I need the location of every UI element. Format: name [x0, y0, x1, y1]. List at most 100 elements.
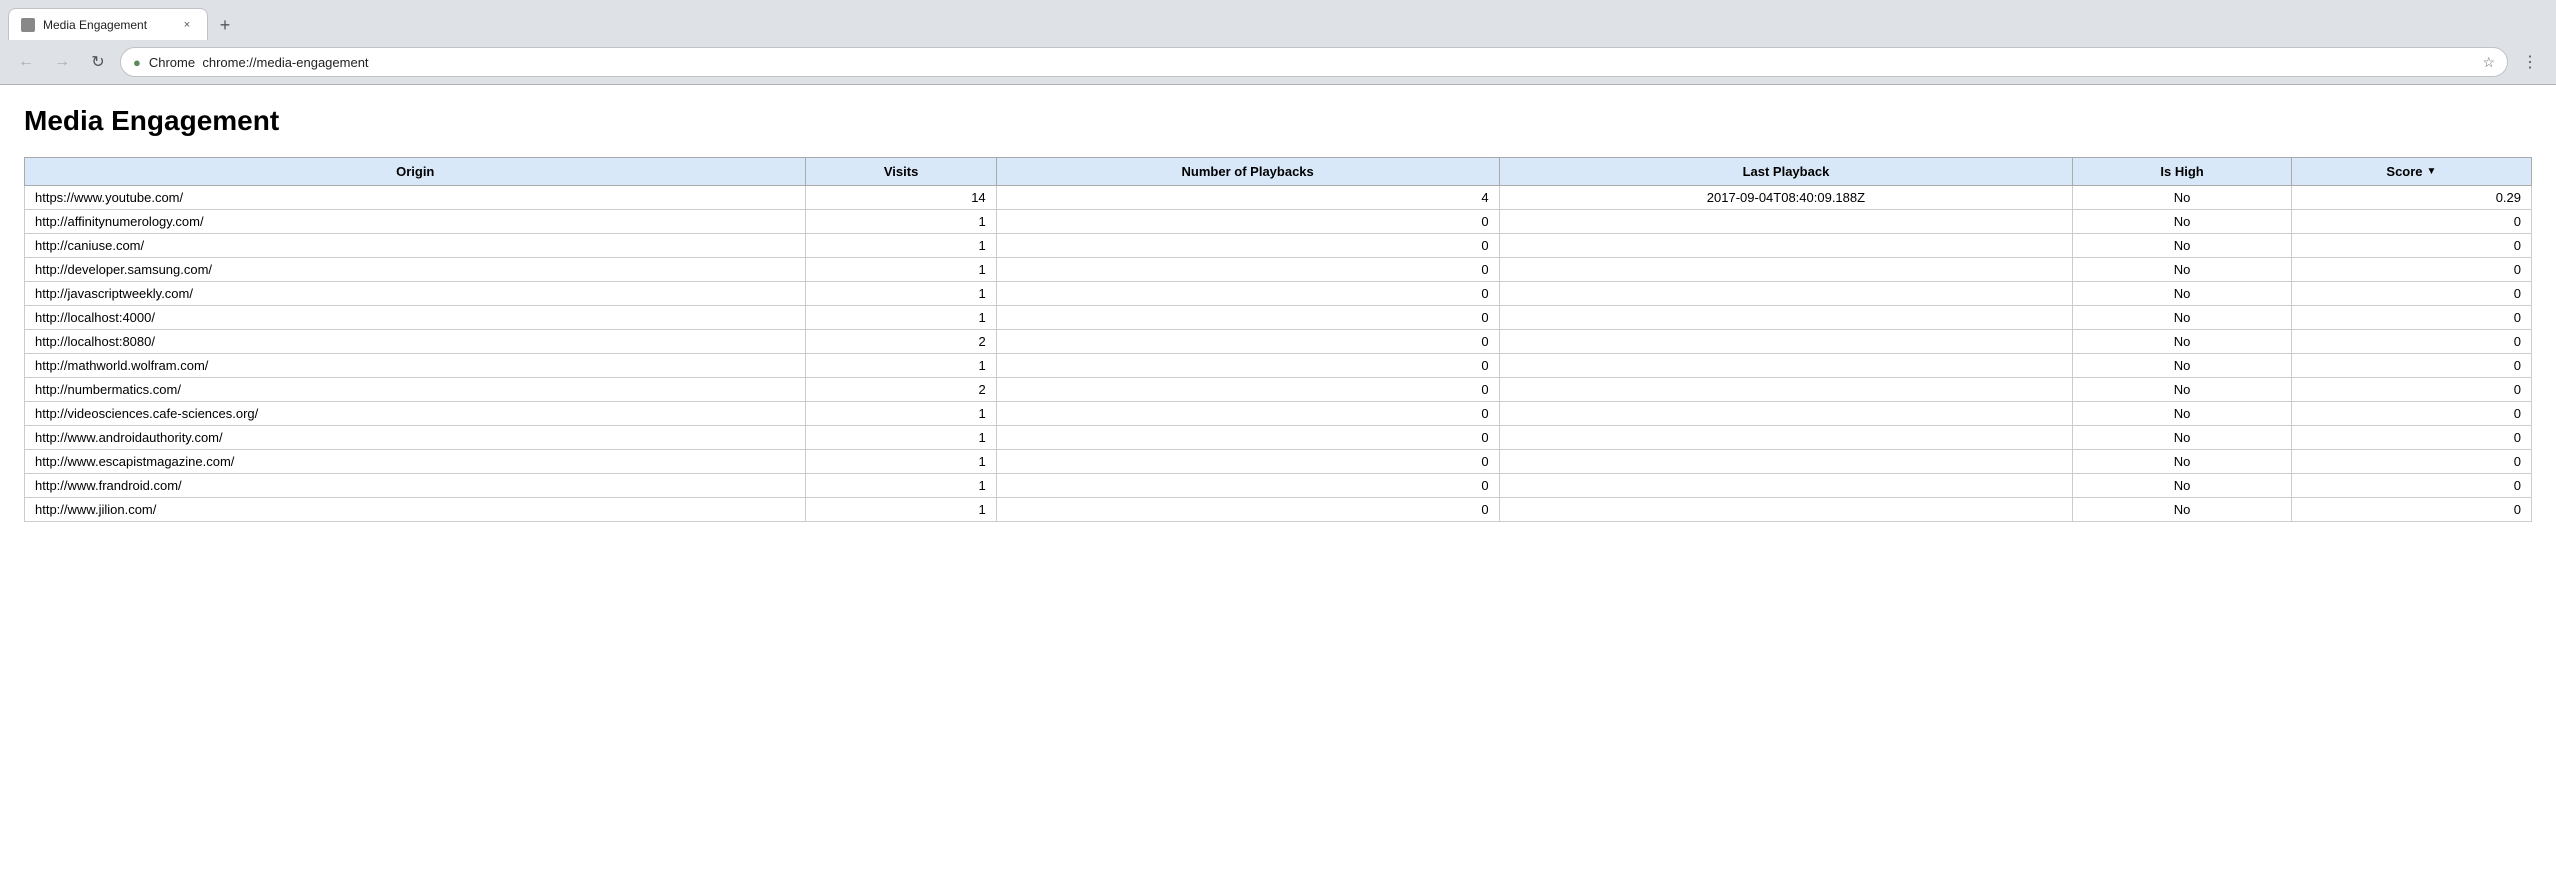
table-row: http://www.jilion.com/10No0	[25, 498, 2532, 522]
table-cell: No	[2073, 498, 2292, 522]
page-content: Media Engagement Origin Visits Number of…	[0, 85, 2556, 895]
table-cell: 0	[2291, 258, 2531, 282]
sort-indicator: ▼	[2427, 166, 2437, 177]
table-cell: No	[2073, 210, 2292, 234]
menu-button[interactable]: ⋮	[2516, 48, 2544, 76]
table-cell: 1	[806, 450, 996, 474]
table-cell: 1	[806, 354, 996, 378]
table-cell: 4	[996, 186, 1499, 210]
table-cell: No	[2073, 426, 2292, 450]
table-cell: 1	[806, 474, 996, 498]
table-cell	[1499, 450, 2073, 474]
table-cell: 0	[996, 258, 1499, 282]
table-cell: 0	[996, 450, 1499, 474]
omnibox[interactable]: ● Chrome chrome://media-engagement ☆	[120, 47, 2508, 77]
table-cell: http://numbermatics.com/	[25, 378, 806, 402]
toolbar: ← → ↻ ● Chrome chrome://media-engagement…	[0, 40, 2556, 84]
table-cell: 0.29	[2291, 186, 2531, 210]
tab-bar: Media Engagement × +	[0, 0, 2556, 40]
table-cell: 0	[2291, 498, 2531, 522]
table-row: http://localhost:4000/10No0	[25, 306, 2532, 330]
table-cell: 0	[2291, 306, 2531, 330]
table-cell	[1499, 306, 2073, 330]
table-row: http://developer.samsung.com/10No0	[25, 258, 2532, 282]
table-cell: 0	[996, 426, 1499, 450]
table-cell: 0	[996, 402, 1499, 426]
table-cell: 0	[996, 474, 1499, 498]
table-cell: https://www.youtube.com/	[25, 186, 806, 210]
bookmark-icon[interactable]: ☆	[2482, 54, 2495, 71]
table-cell: No	[2073, 354, 2292, 378]
table-cell: 0	[2291, 210, 2531, 234]
table-cell: 1	[806, 234, 996, 258]
table-cell: 0	[2291, 330, 2531, 354]
table-row: http://videosciences.cafe-sciences.org/1…	[25, 402, 2532, 426]
table-cell: 1	[806, 498, 996, 522]
tab-close-button[interactable]: ×	[179, 17, 195, 33]
table-cell: 2	[806, 330, 996, 354]
table-cell: 0	[2291, 474, 2531, 498]
table-cell: 0	[996, 498, 1499, 522]
header-last-playback[interactable]: Last Playback	[1499, 158, 2073, 186]
table-cell: 2017-09-04T08:40:09.188Z	[1499, 186, 2073, 210]
table-cell: 0	[996, 210, 1499, 234]
back-button[interactable]: ←	[12, 48, 40, 76]
header-visits[interactable]: Visits	[806, 158, 996, 186]
table-cell	[1499, 234, 2073, 258]
table-cell: 1	[806, 282, 996, 306]
new-tab-button[interactable]: +	[212, 12, 238, 38]
table-cell: 0	[996, 234, 1499, 258]
table-cell: 0	[2291, 282, 2531, 306]
table-row: http://numbermatics.com/20No0	[25, 378, 2532, 402]
table-cell: http://videosciences.cafe-sciences.org/	[25, 402, 806, 426]
header-is-high[interactable]: Is High	[2073, 158, 2292, 186]
table-cell	[1499, 378, 2073, 402]
table-row: http://mathworld.wolfram.com/10No0	[25, 354, 2532, 378]
reload-button[interactable]: ↻	[84, 48, 112, 76]
omnibox-url: Chrome chrome://media-engagement	[149, 55, 2475, 70]
header-playbacks[interactable]: Number of Playbacks	[996, 158, 1499, 186]
table-body: https://www.youtube.com/1442017-09-04T08…	[25, 186, 2532, 522]
table-cell	[1499, 330, 2073, 354]
table-cell: 1	[806, 306, 996, 330]
table-cell	[1499, 498, 2073, 522]
table-cell: http://affinitynumerology.com/	[25, 210, 806, 234]
table-row: http://localhost:8080/20No0	[25, 330, 2532, 354]
forward-button[interactable]: →	[48, 48, 76, 76]
table-cell: 14	[806, 186, 996, 210]
table-cell	[1499, 258, 2073, 282]
table-cell: 1	[806, 426, 996, 450]
url-path: chrome://media-engagement	[202, 55, 368, 70]
table-cell: http://developer.samsung.com/	[25, 258, 806, 282]
table-wrapper: Origin Visits Number of Playbacks Last P…	[24, 157, 2532, 522]
table-cell: http://caniuse.com/	[25, 234, 806, 258]
header-score[interactable]: Score ▼	[2291, 158, 2531, 186]
table-row: http://javascriptweekly.com/10No0	[25, 282, 2532, 306]
table-cell	[1499, 402, 2073, 426]
table-cell: No	[2073, 330, 2292, 354]
table-cell: http://www.jilion.com/	[25, 498, 806, 522]
table-cell: 1	[806, 210, 996, 234]
browser-label: Chrome	[149, 55, 195, 70]
media-engagement-table: Origin Visits Number of Playbacks Last P…	[24, 157, 2532, 522]
table-cell	[1499, 426, 2073, 450]
table-cell: 0	[2291, 402, 2531, 426]
table-row: http://affinitynumerology.com/10No0	[25, 210, 2532, 234]
table-cell: 0	[2291, 354, 2531, 378]
table-cell: http://javascriptweekly.com/	[25, 282, 806, 306]
table-row: http://www.escapistmagazine.com/10No0	[25, 450, 2532, 474]
tab-favicon	[21, 18, 35, 32]
table-cell: 0	[2291, 234, 2531, 258]
table-cell: No	[2073, 282, 2292, 306]
score-label: Score	[2386, 164, 2422, 179]
table-cell: 1	[806, 258, 996, 282]
header-origin[interactable]: Origin	[25, 158, 806, 186]
table-cell: No	[2073, 234, 2292, 258]
browser-chrome: Media Engagement × + ← → ↻ ● Chrome chro…	[0, 0, 2556, 85]
table-cell: 0	[2291, 450, 2531, 474]
active-tab[interactable]: Media Engagement ×	[8, 8, 208, 40]
table-cell: 0	[996, 306, 1499, 330]
table-cell: 0	[996, 282, 1499, 306]
table-cell: No	[2073, 402, 2292, 426]
table-cell	[1499, 354, 2073, 378]
